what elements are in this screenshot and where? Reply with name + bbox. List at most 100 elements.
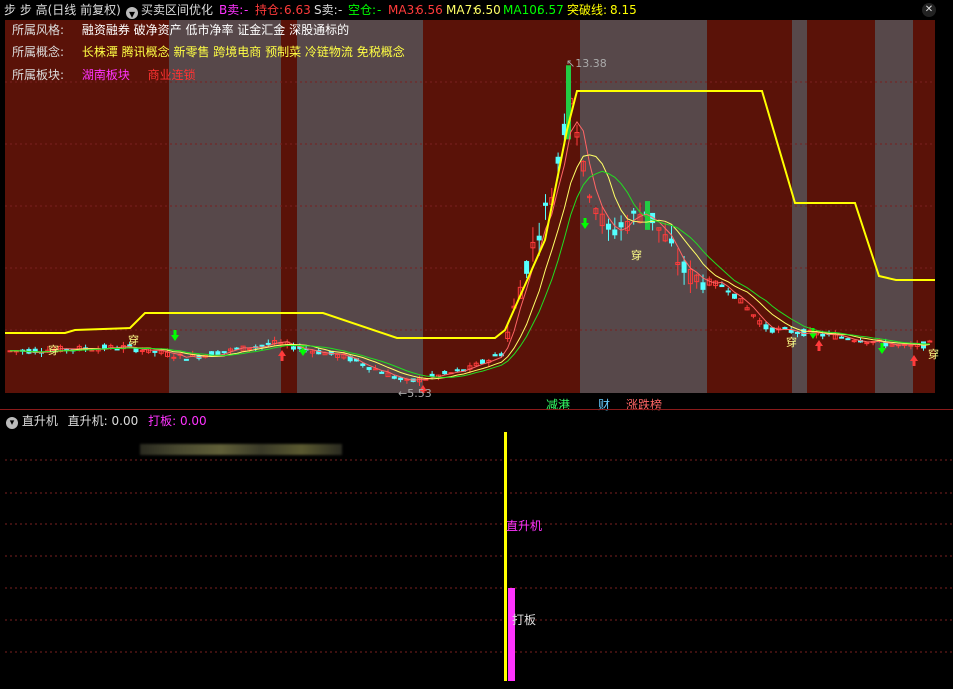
- break-value: 8.15: [610, 3, 637, 17]
- candle-body: [631, 210, 637, 214]
- candle-body: [398, 377, 404, 381]
- ma3-label: MA3:: [388, 3, 419, 17]
- sector-value-1[interactable]: 湖南板块: [82, 68, 130, 82]
- candle-body: [927, 340, 933, 343]
- candle-body: [360, 363, 366, 366]
- b-sell-label: B卖:: [219, 3, 244, 17]
- sector-value-2[interactable]: 商业连锁: [148, 68, 196, 82]
- empty-value: -: [377, 3, 382, 17]
- candle-body: [700, 282, 706, 290]
- background-band: [707, 20, 792, 393]
- candle-body: [543, 202, 548, 206]
- candle-body: [133, 347, 139, 353]
- sector-row: 所属板块: 湖南板块 商业连锁: [12, 68, 196, 82]
- candle-body: [291, 346, 296, 350]
- sub-chart-svg: [5, 432, 953, 681]
- event-tag-jiangang[interactable]: 减港: [546, 396, 570, 413]
- candle-body: [725, 290, 731, 293]
- daban-bar: [508, 588, 515, 681]
- candle-body: [719, 284, 725, 288]
- candle-body: [221, 351, 227, 354]
- chuan-label: 穿: [928, 348, 939, 361]
- sub-line2-label: 打板:: [148, 414, 177, 428]
- style-label: 所属风格:: [12, 23, 65, 37]
- candle-body: [732, 293, 737, 299]
- event-tag-zhangdiebang[interactable]: 涨跌榜: [626, 396, 662, 413]
- candle-body: [246, 348, 252, 351]
- chuan-label: 穿: [128, 334, 139, 347]
- ma3-value: 6.56: [416, 3, 443, 17]
- candle-body: [492, 354, 498, 357]
- indicator-name[interactable]: 买卖区间优化: [141, 3, 213, 17]
- concept-label: 所属概念:: [12, 45, 65, 59]
- candle-body: [536, 235, 542, 241]
- background-band: [281, 20, 297, 393]
- indicator-header: 步 步 高(日线 前复权) ▾ 买卖区间优化 B卖: - 持仓: 6.63 S卖…: [0, 0, 953, 21]
- candle-body: [183, 358, 189, 361]
- candle-body: [618, 222, 624, 228]
- sub-line2-value: 0.00: [179, 414, 207, 428]
- candle-body: [379, 371, 385, 374]
- sub-dropdown-icon[interactable]: ▾: [6, 417, 18, 429]
- candle-body: [524, 261, 530, 274]
- candle-body: [215, 351, 221, 356]
- concept-row: 所属概念: 长株潭 腾讯概念 新零售 跨境电商 预制菜 冷链物流 免税概念: [12, 45, 405, 59]
- sub-line1-label: 直升机:: [67, 414, 108, 428]
- break-label: 突破线:: [567, 3, 608, 17]
- candle-body: [769, 327, 775, 333]
- zhishengji-bar: [504, 432, 507, 681]
- candle-body: [606, 223, 611, 230]
- ma7-value: 6.50: [474, 3, 501, 17]
- empty-label: 空仓:: [348, 3, 377, 17]
- event-tag-cai[interactable]: 财: [598, 396, 610, 413]
- candle-body: [845, 338, 851, 341]
- candle-body: [820, 333, 826, 337]
- zhishengji-bar-label: 直升机: [506, 519, 543, 533]
- hold-label: 持仓:: [255, 3, 284, 17]
- candle-body: [171, 356, 177, 359]
- concept-value[interactable]: 长株潭 腾讯概念 新零售 跨境电商 预制菜 冷链物流 免税概念: [82, 45, 405, 59]
- stock-title[interactable]: 步 步 高(日线 前复权): [4, 3, 121, 17]
- low-price-label: ←5.53: [398, 387, 432, 400]
- high-price-label: ↖13.38: [566, 57, 607, 70]
- style-row: 所属风格: 融资融券 破净资产 低市净率 证金汇金 深股通标的: [12, 23, 349, 37]
- sub-indicator-name[interactable]: 直升机: [22, 414, 58, 428]
- candle-body: [480, 359, 485, 364]
- ma7-label: MA7:: [446, 3, 477, 17]
- candle-body: [454, 369, 460, 372]
- sub-chart[interactable]: [5, 430, 953, 689]
- sub-line1-value: 0.00: [111, 414, 139, 428]
- chuan-label: 穿: [631, 249, 642, 262]
- candle-body: [366, 367, 372, 370]
- close-icon[interactable]: ✕: [922, 3, 936, 17]
- candle-body: [851, 340, 857, 343]
- background-band: [580, 20, 707, 393]
- hold-value: 6.63: [284, 3, 311, 17]
- style-value[interactable]: 融资融券 破净资产 低市净率 证金汇金 深股通标的: [82, 23, 349, 37]
- candle-body: [259, 344, 265, 347]
- chuan-label: 穿: [786, 336, 797, 349]
- candle-body: [612, 229, 618, 236]
- ma10-label: MA10:: [503, 3, 541, 17]
- candle-body: [429, 373, 435, 377]
- sub-indicator-header: ▾ 直升机 直升机: 0.00 打板: 0.00: [6, 412, 207, 429]
- candle-body: [555, 156, 561, 164]
- b-sell-value: -: [244, 3, 249, 17]
- daban-bar-label: 打板: [512, 613, 537, 627]
- s-sell-value: -: [338, 3, 343, 17]
- s-sell-label: S卖:: [314, 3, 338, 17]
- candle-body: [883, 342, 889, 347]
- candle-body: [782, 327, 788, 330]
- panel-divider: [0, 409, 953, 410]
- candle-body: [839, 336, 845, 339]
- candle-body: [391, 376, 397, 379]
- candle-body: [763, 324, 769, 330]
- candle-body: [669, 238, 674, 244]
- ma10-value: 6.57: [537, 3, 564, 17]
- candle-body: [152, 350, 158, 353]
- candle-body: [681, 261, 687, 273]
- candle-body: [114, 348, 120, 351]
- candle-body: [864, 342, 870, 345]
- sector-label: 所属板块:: [12, 68, 65, 82]
- candle-body: [265, 342, 271, 345]
